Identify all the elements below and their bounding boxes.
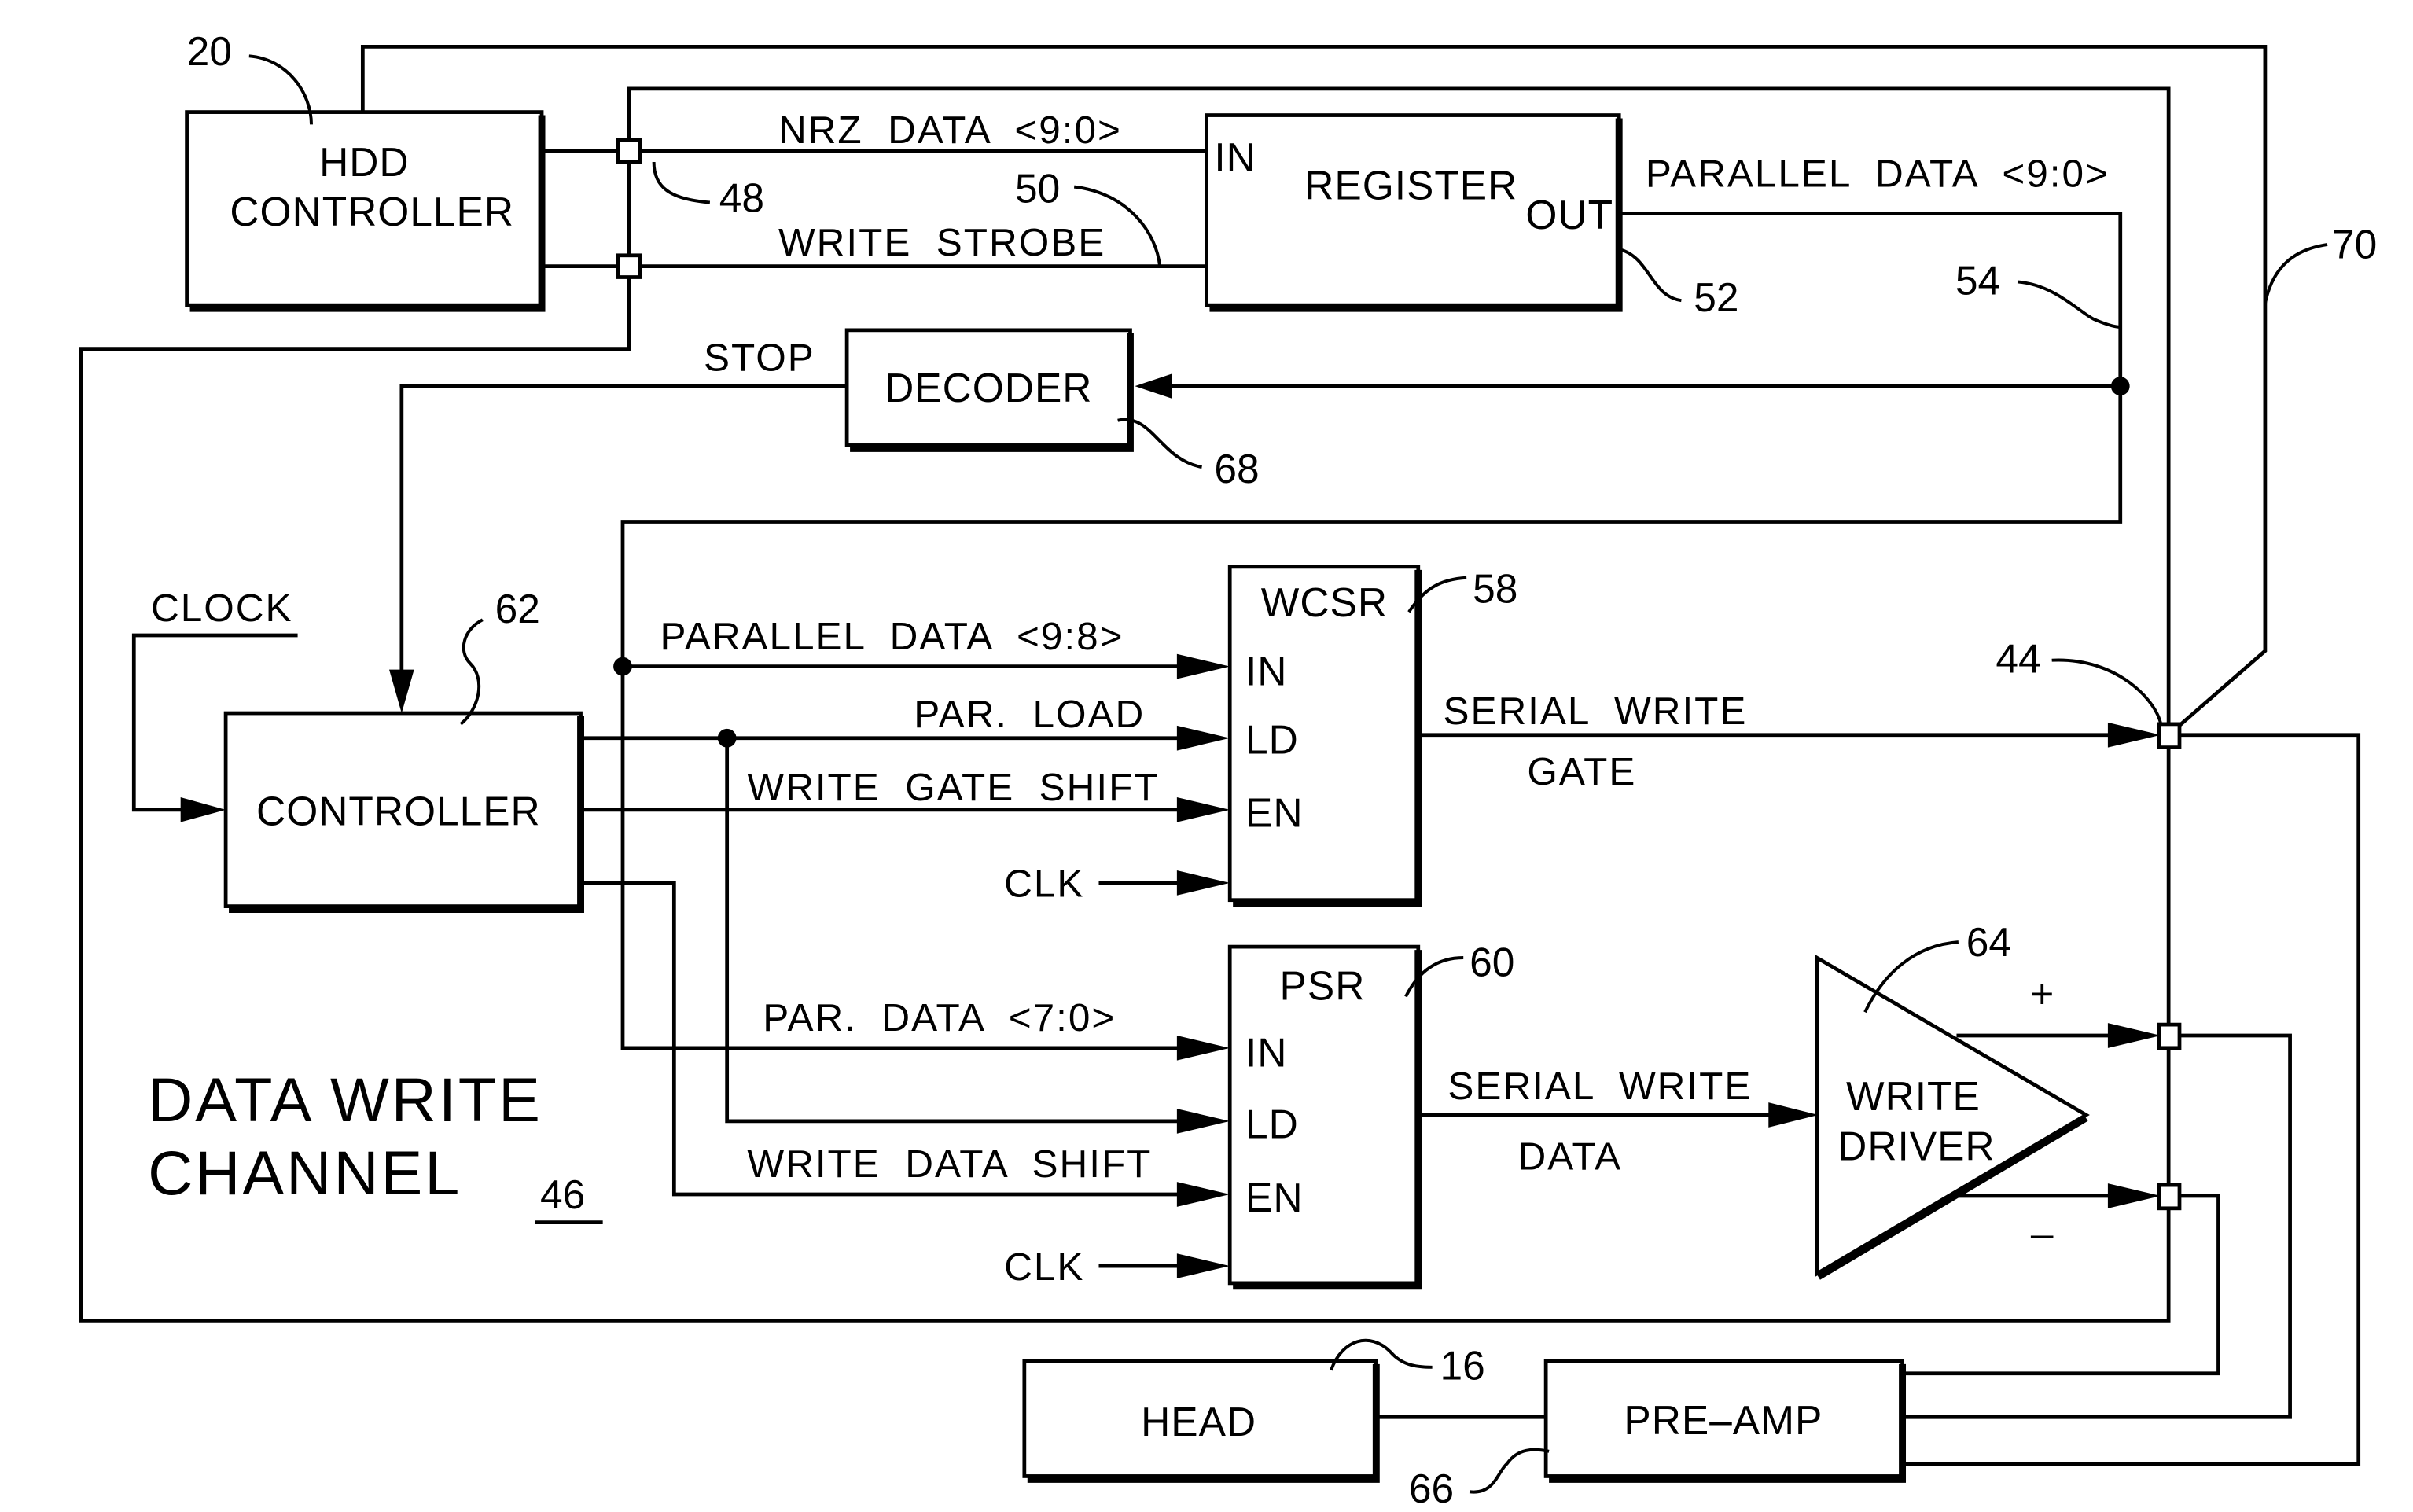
figure-title: DATA WRITE CHANNEL 46: [148, 1065, 603, 1225]
arrow-icon: [1176, 1253, 1230, 1278]
wcsr-port-in: IN: [1245, 648, 1287, 693]
junction-dot: [613, 657, 632, 676]
arrow-icon: [2107, 1183, 2161, 1208]
ref-68: 68: [1214, 446, 1259, 491]
pre-amp-label: PRE–AMP: [1624, 1397, 1823, 1443]
arrow-icon: [1176, 725, 1230, 751]
signal-parallel-data-9-8: PARALLEL DATA <9:8>: [660, 615, 1124, 658]
arrow-icon: [1176, 1109, 1230, 1134]
ref-54: 54: [1955, 257, 2000, 303]
arrow-icon: [180, 796, 226, 822]
write-driver-minus: –: [2031, 1210, 2054, 1256]
ref-64: 64: [1966, 919, 2011, 965]
register-in-port: IN: [1214, 134, 1256, 180]
signal-clock: CLOCK: [151, 587, 292, 630]
controller-label: CONTROLLER: [256, 789, 541, 834]
signal-write-gate-shift: WRITE GATE SHIFT: [747, 766, 1159, 809]
arrow-icon: [2107, 722, 2161, 748]
ref-50: 50: [1015, 165, 1060, 211]
hdd-controller-label-line2: CONTROLLER: [230, 189, 514, 234]
head-block: HEAD: [1022, 1359, 1380, 1483]
connector-48-bottom: [616, 253, 642, 279]
arrow-icon: [1176, 870, 1230, 896]
ref-44: 44: [1996, 636, 2040, 682]
wcsr-port-ld: LD: [1245, 717, 1299, 763]
ref-58: 58: [1473, 565, 1517, 611]
signal-nrz-data: NRZ DATA <9:0>: [778, 109, 1122, 152]
title-line2: CHANNEL: [148, 1138, 462, 1208]
wcsr-label: WCSR: [1261, 579, 1388, 625]
connector-44-minus: [2157, 1183, 2182, 1211]
junction-dot: [2110, 377, 2130, 396]
connector-44-gate: [2157, 722, 2182, 749]
signal-par-data-7-0: PAR. DATA <7:0>: [763, 996, 1116, 1039]
signal-serial-write-data-1: SERIAL WRITE: [1447, 1065, 1752, 1108]
psr-port-ld: LD: [1245, 1102, 1299, 1147]
arrow-icon: [389, 669, 414, 714]
ref-60: 60: [1470, 940, 1514, 985]
hdd-controller-block: HDD CONTROLLER: [185, 110, 546, 312]
junction-dot: [717, 728, 737, 748]
ref-20: 20: [187, 28, 232, 74]
arrow-icon: [1768, 1102, 1819, 1128]
arrow-icon: [1135, 373, 1172, 399]
write-driver-plus: +: [2030, 970, 2054, 1016]
signal-serial-write-gate-2: GATE: [1527, 750, 1636, 793]
register-block: IN REGISTER OUT: [1205, 113, 1623, 312]
wcsr-port-en: EN: [1245, 790, 1303, 836]
signal-clk-wcsr: CLK: [1004, 863, 1084, 906]
signal-serial-write-data-2: DATA: [1518, 1135, 1623, 1178]
arrow-icon: [1176, 1035, 1230, 1061]
ref-66: 66: [1409, 1466, 1454, 1511]
register-label: REGISTER: [1304, 162, 1517, 208]
pre-amp-block: PRE–AMP: [1543, 1359, 1907, 1483]
psr-port-en: EN: [1245, 1175, 1303, 1220]
write-driver-label-line1: WRITE: [1846, 1073, 1981, 1119]
signal-write-strobe: WRITE STROBE: [778, 221, 1105, 264]
arrow-icon: [1176, 653, 1230, 679]
signal-par-load: PAR. LOAD: [914, 693, 1145, 736]
ref-70: 70: [2332, 222, 2377, 267]
register-out-port: OUT: [1525, 192, 1613, 237]
decoder-label: DECODER: [885, 365, 1092, 410]
arrow-icon: [1176, 796, 1230, 822]
arrow-icon: [1176, 1182, 1230, 1207]
title-line1: DATA WRITE: [148, 1065, 543, 1135]
connector-44-plus: [2157, 1022, 2182, 1050]
signal-serial-write-gate-1: SERIAL WRITE: [1443, 690, 1747, 733]
controller-block: CONTROLLER: [223, 711, 584, 914]
title-ref-46: 46: [540, 1172, 585, 1217]
hdd-controller-label-line1: HDD: [319, 139, 409, 185]
connector-48-top: [616, 138, 642, 164]
signal-stop: STOP: [704, 336, 815, 379]
ref-52: 52: [1694, 274, 1738, 320]
signal-clk-psr: CLK: [1004, 1245, 1084, 1289]
psr-port-in: IN: [1245, 1030, 1287, 1076]
write-driver-block: WRITE DRIVER + –: [1815, 954, 2090, 1280]
psr-block: PSR IN LD EN: [1227, 944, 1422, 1290]
head-label: HEAD: [1141, 1399, 1256, 1444]
signal-parallel-data-9-0: PARALLEL DATA <9:0>: [1646, 153, 2110, 196]
data-write-channel-diagram: HDD CONTROLLER IN REGISTER OUT DECODER C…: [79, 28, 2377, 1511]
wcsr-block: WCSR IN LD EN: [1227, 565, 1422, 907]
signal-write-data-shift: WRITE DATA SHIFT: [747, 1142, 1152, 1186]
wire-minus-preamp: [1902, 1194, 2220, 1376]
write-driver-label-line2: DRIVER: [1837, 1123, 1995, 1168]
arrow-icon: [2107, 1023, 2161, 1048]
psr-label: PSR: [1280, 962, 1366, 1008]
decoder-block: DECODER: [844, 328, 1134, 452]
ref-48: 48: [719, 175, 764, 220]
ref-16: 16: [1440, 1343, 1485, 1389]
ref-62: 62: [495, 586, 540, 631]
